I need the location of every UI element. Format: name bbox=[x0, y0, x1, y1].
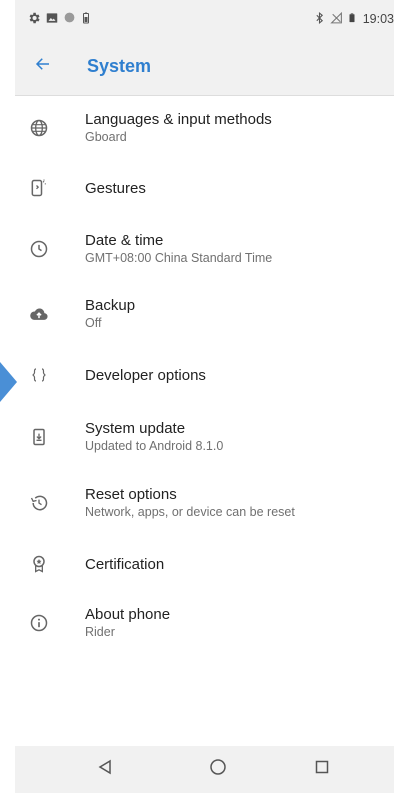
status-left-icons bbox=[27, 11, 92, 28]
clock-icon bbox=[24, 234, 54, 264]
arrow-left-icon bbox=[34, 55, 52, 78]
status-right-icons: 19:03 bbox=[313, 11, 394, 28]
image-icon bbox=[45, 11, 59, 28]
status-bar: 19:03 bbox=[15, 0, 394, 38]
gestures-icon bbox=[24, 173, 54, 203]
setting-title: About phone bbox=[85, 606, 171, 623]
setting-subtitle: Rider bbox=[85, 625, 115, 639]
battery-icon bbox=[80, 11, 92, 28]
system-update-icon bbox=[24, 422, 54, 452]
setting-gestures[interactable]: Gestures bbox=[15, 160, 394, 216]
cloud-upload-icon bbox=[24, 299, 54, 329]
navigation-bar bbox=[15, 746, 394, 793]
home-circle-icon bbox=[209, 758, 227, 781]
setting-about-phone[interactable]: About phone Rider bbox=[15, 592, 394, 654]
recents-square-icon bbox=[315, 760, 329, 779]
app-bar: System bbox=[15, 38, 394, 96]
setting-subtitle: Network, apps, or device can be reset bbox=[85, 505, 295, 519]
page-title: System bbox=[87, 56, 152, 76]
setting-title: Reset options bbox=[85, 486, 177, 503]
setting-title: Backup bbox=[85, 297, 136, 314]
setting-system-update[interactable]: System update Updated to Android 8.1.0 bbox=[15, 404, 394, 470]
setting-title: Date & time bbox=[85, 232, 164, 249]
setting-subtitle: Off bbox=[85, 316, 102, 330]
certificate-icon bbox=[24, 549, 54, 579]
back-button[interactable] bbox=[29, 53, 57, 81]
setting-certification[interactable]: Certification bbox=[15, 536, 394, 592]
clock-time: 19:03 bbox=[362, 12, 394, 26]
setting-date-time[interactable]: Date & time GMT+08:00 China Standard Tim… bbox=[15, 216, 394, 282]
no-sim-icon bbox=[330, 11, 343, 28]
globe-icon bbox=[24, 113, 54, 143]
setting-languages[interactable]: Languages & input methods Gboard bbox=[15, 96, 394, 160]
setting-subtitle: GMT+08:00 China Standard Time bbox=[85, 251, 273, 265]
settings-icon bbox=[27, 11, 41, 28]
bluetooth-icon bbox=[313, 11, 326, 28]
setting-title: Certification bbox=[85, 555, 165, 573]
info-icon bbox=[24, 608, 54, 638]
setting-title: Languages & input methods bbox=[85, 111, 272, 128]
back-triangle-icon bbox=[98, 759, 112, 780]
nav-home-button[interactable] bbox=[198, 746, 238, 793]
setting-subtitle: Gboard bbox=[85, 130, 127, 144]
setting-title: Gestures bbox=[85, 179, 146, 197]
setting-developer-options[interactable]: Developer options bbox=[15, 346, 394, 404]
circle-icon bbox=[63, 11, 76, 27]
code-braces-icon bbox=[24, 360, 54, 390]
battery-status-icon bbox=[347, 11, 357, 28]
setting-reset-options[interactable]: Reset options Network, apps, or device c… bbox=[15, 470, 394, 536]
nav-back-button[interactable] bbox=[85, 746, 125, 793]
restore-icon bbox=[24, 488, 54, 518]
setting-backup[interactable]: Backup Off bbox=[15, 282, 394, 346]
nav-recents-button[interactable] bbox=[302, 746, 342, 793]
setting-title: System update bbox=[85, 420, 186, 437]
setting-subtitle: Updated to Android 8.1.0 bbox=[85, 439, 224, 453]
settings-list: Languages & input methods Gboard Gesture… bbox=[15, 96, 394, 654]
setting-title: Developer options bbox=[85, 366, 206, 384]
